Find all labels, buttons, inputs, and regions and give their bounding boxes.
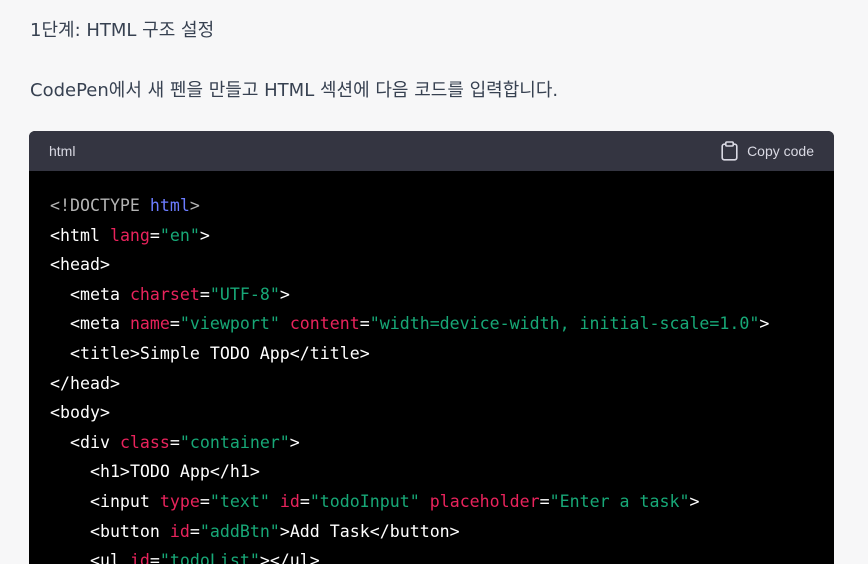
code-token-tag: > — [689, 491, 700, 511]
code-token-eq: = — [539, 491, 550, 511]
code-token-str: "todoList" — [159, 551, 260, 564]
code-token-eq: = — [359, 314, 370, 334]
code-block: html Copy code <!DOCTYPE html> <html lang… — [29, 131, 834, 564]
code-token-tag: <h1> — [50, 462, 130, 482]
code-token-attr: class — [119, 432, 170, 452]
intro-paragraph: CodePen에서 새 펜을 만들고 HTML 섹션에 다음 코드를 입력합니다… — [30, 80, 559, 101]
code-token-eq: = — [149, 551, 160, 564]
code-token-tag: > — [759, 314, 770, 334]
code-token-attr: lang — [109, 225, 150, 245]
code-token-attr: content — [289, 314, 360, 334]
code-token-tag: </h1> — [209, 462, 260, 482]
code-token-tag: > — [279, 521, 290, 541]
code-token-tag: <ul — [50, 551, 130, 564]
code-token-tag: <head> — [50, 255, 110, 275]
code-token-str: "todoInput" — [309, 491, 420, 511]
code-token-tag: > — [279, 284, 290, 304]
code-line: <input type="text" id="todoInput" placeh… — [50, 487, 813, 517]
code-token-attr: type — [159, 491, 200, 511]
code-token-tag: <title> — [50, 343, 140, 363]
code-token-attr: id — [129, 551, 150, 564]
code-line: <meta name="viewport" content="width=dev… — [50, 309, 813, 339]
code-line: <meta charset="UTF-8"> — [50, 280, 813, 310]
code-token-eq: = — [169, 432, 180, 452]
code-token-eq: = — [199, 284, 210, 304]
code-token-kw: html — [149, 196, 190, 215]
code-block-header: html Copy code — [29, 131, 834, 171]
code-token-tag: </button> — [369, 521, 460, 541]
code-token-attr: id — [279, 491, 300, 511]
code-line: </head> — [50, 369, 813, 399]
code-token-str: "Enter a task" — [549, 491, 690, 511]
code-token-tag: <meta — [50, 314, 130, 334]
code-line: <head> — [50, 250, 813, 280]
code-line: <ul id="todoList"></ul> — [50, 546, 813, 564]
code-token-str: "en" — [159, 225, 200, 245]
code-token-attr: id — [169, 521, 190, 541]
copy-code-button[interactable]: Copy code — [721, 141, 814, 161]
code-token-str: "viewport" — [179, 314, 280, 334]
code-token-doctype: > — [189, 196, 200, 215]
code-line: <title>Simple TODO App</title> — [50, 339, 813, 369]
code-token-tag: </head> — [50, 373, 120, 393]
code-token-attr: charset — [129, 284, 200, 304]
code-language-label: html — [49, 143, 76, 159]
code-token-eq: = — [149, 225, 160, 245]
copy-code-label: Copy code — [747, 143, 814, 159]
code-token-eq: = — [199, 491, 210, 511]
code-token-str: "text" — [209, 491, 270, 511]
code-token-tag — [280, 314, 290, 333]
code-token-tag — [270, 492, 280, 511]
step-heading: 1단계: HTML 구조 설정 — [30, 20, 215, 41]
code-line: <!DOCTYPE html> — [50, 191, 813, 221]
code-token-tag: ></ul> — [259, 551, 320, 564]
code-token-tag: > — [289, 432, 300, 452]
code-token-tag: <div — [50, 432, 120, 452]
code-token-str: "addBtn" — [199, 521, 280, 541]
clipboard-icon — [721, 141, 738, 161]
code-token-text: Add Task — [289, 521, 370, 541]
code-line: <html lang="en"> — [50, 221, 813, 251]
code-token-tag: <meta — [50, 284, 130, 304]
code-token-eq: = — [299, 491, 310, 511]
code-token-tag: > — [199, 225, 210, 245]
code-token-tag — [420, 492, 430, 511]
code-token-eq: = — [189, 521, 200, 541]
code-token-str: "width=device-width, initial-scale=1.0" — [369, 314, 760, 334]
code-token-str: "UTF-8" — [209, 284, 280, 304]
code-token-attr: placeholder — [429, 491, 540, 511]
code-token-tag: <input — [50, 491, 160, 511]
code-line: <div class="container"> — [50, 428, 813, 458]
code-token-str: "container" — [179, 432, 290, 452]
code-line: <button id="addBtn">Add Task</button> — [50, 517, 813, 547]
code-token-text: TODO App — [129, 462, 210, 482]
code-body: <!DOCTYPE html> <html lang="en"> <head> <m… — [29, 171, 834, 564]
code-token-attr: name — [129, 314, 170, 334]
code-token-tag: <body> — [50, 403, 110, 423]
code-token-tag: <html — [50, 225, 110, 245]
code-token-text: Simple TODO App — [139, 343, 290, 363]
code-token-doctype: <!DOCTYPE — [50, 196, 150, 215]
code-token-tag: <button — [50, 521, 170, 541]
code-line: <h1>TODO App</h1> — [50, 457, 813, 487]
code-line: <body> — [50, 398, 813, 428]
code-token-eq: = — [169, 314, 180, 334]
code-token-tag: </title> — [289, 343, 370, 363]
